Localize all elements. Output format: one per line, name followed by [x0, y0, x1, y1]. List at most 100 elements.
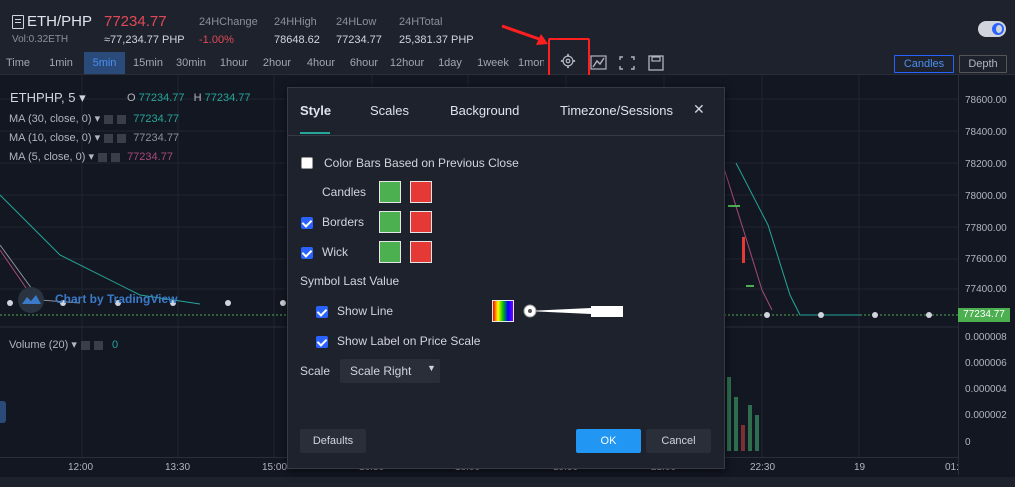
- save-icon[interactable]: [647, 55, 665, 71]
- wick-label: Wick: [322, 245, 348, 259]
- legend-ma5[interactable]: MA (5, close, 0) ▾ 77234.77: [9, 150, 173, 163]
- borders-label: Borders: [322, 215, 365, 229]
- interval-1week[interactable]: 1week: [472, 52, 514, 74]
- color-bars-label: Color Bars Based on Previous Close: [324, 156, 519, 170]
- candles-up-color-swatch[interactable]: [379, 181, 401, 203]
- interval-12hour[interactable]: 12hour: [386, 52, 428, 74]
- show-line-label: Show Line: [337, 304, 394, 318]
- symbol-last-value-heading: Symbol Last Value: [300, 274, 400, 288]
- stat-value-high: 78648.62: [274, 34, 320, 46]
- tab-style[interactable]: Style: [300, 103, 331, 118]
- close-icon[interactable]: ✕: [693, 101, 705, 118]
- show-label-checkbox[interactable]: [316, 336, 328, 348]
- time-tick: 22:30: [750, 462, 776, 473]
- price-tick: 77400.00: [965, 284, 1007, 295]
- stat-label-low: 24HLow: [336, 16, 377, 28]
- scale-label: Scale: [300, 364, 331, 378]
- candle-dash: [728, 205, 740, 207]
- line-width-slider[interactable]: [521, 303, 625, 319]
- scale-select[interactable]: Scale Right ▼: [340, 359, 440, 383]
- chevron-down-icon: ▼: [427, 363, 436, 373]
- legend-volume[interactable]: Volume (20) ▾ 0: [9, 338, 118, 351]
- price-tick: 78600.00: [965, 95, 1007, 106]
- approx-price: ≈77,234.77 PHP: [104, 34, 185, 46]
- stat-value-low: 77234.77: [336, 34, 382, 46]
- side-panel-toggle[interactable]: [0, 401, 6, 423]
- tab-divider: [288, 135, 724, 136]
- time-tick: 13:30: [165, 462, 191, 473]
- color-bars-checkbox[interactable]: [301, 157, 313, 169]
- legend-ohlc: O 77234.77 H 77234.77: [127, 92, 251, 104]
- active-tab-indicator: [300, 132, 330, 134]
- legend-high-value: 77234.77: [204, 92, 251, 104]
- symbol-name[interactable]: ETH/PHP: [27, 13, 92, 30]
- candles-down-color-swatch[interactable]: [410, 181, 432, 203]
- interval-1hour[interactable]: 1hour: [214, 52, 254, 74]
- scale-select-value: Scale Right: [350, 364, 412, 378]
- wick-checkbox[interactable]: [301, 247, 313, 259]
- price-tick: 77800.00: [965, 223, 1007, 234]
- moon-icon: [992, 23, 1004, 35]
- last-price: 77234.77: [104, 13, 167, 30]
- wick-up-color-swatch[interactable]: [379, 241, 401, 263]
- price-tick: 78200.00: [965, 159, 1007, 170]
- volume-tick: 0: [965, 437, 971, 448]
- tradingview-watermark[interactable]: Chart by TradingView: [55, 292, 177, 306]
- view-depth-button[interactable]: Depth: [959, 55, 1007, 73]
- candle-dash-2: [746, 285, 754, 287]
- volume-tick: 0.000006: [965, 358, 1007, 369]
- document-icon: [12, 15, 24, 29]
- wick-down-color-swatch[interactable]: [410, 241, 432, 263]
- tab-background[interactable]: Background: [450, 103, 519, 118]
- indicators-icon[interactable]: [590, 55, 608, 71]
- price-tick: 77600.00: [965, 254, 1007, 265]
- interval-15min[interactable]: 15min: [128, 52, 168, 74]
- price-axis[interactable]: 78600.00 78400.00 78200.00 78000.00 7780…: [958, 75, 1015, 475]
- volume-text: Vol:0.32ETH: [12, 34, 69, 45]
- legend-title[interactable]: ETHPHP, 5 ▾: [10, 90, 86, 106]
- volume-tick: 0.000008: [965, 332, 1007, 343]
- legend-ma30[interactable]: MA (30, close, 0) ▾ 77234.77: [9, 112, 179, 125]
- candle-red: [742, 237, 745, 263]
- tab-timezone-sessions[interactable]: Timezone/Sessions: [560, 103, 673, 118]
- interval-time[interactable]: Time: [0, 52, 36, 74]
- borders-checkbox[interactable]: [301, 217, 313, 229]
- ok-button[interactable]: OK: [576, 429, 641, 453]
- borders-down-color-swatch[interactable]: [410, 211, 432, 233]
- tradingview-logo-icon: [18, 287, 44, 313]
- legend-symbol[interactable]: ETHPHP, 5: [10, 90, 76, 105]
- fullscreen-icon[interactable]: [618, 55, 636, 71]
- stat-label-high: 24HHigh: [274, 16, 317, 28]
- time-tick: 01:: [945, 462, 959, 473]
- interval-5min[interactable]: 5min: [84, 52, 125, 74]
- cancel-button[interactable]: Cancel: [646, 429, 711, 453]
- current-price-tag: 77234.77: [958, 308, 1010, 322]
- ma5-line-right: [722, 164, 773, 311]
- volume-bars: [727, 377, 759, 451]
- interval-1min[interactable]: 1min: [42, 52, 80, 74]
- time-tick: 15:00: [262, 462, 288, 473]
- interval-6hour[interactable]: 6hour: [344, 52, 384, 74]
- legend-ma10[interactable]: MA (10, close, 0) ▾ 77234.77: [9, 131, 179, 144]
- interval-1mon[interactable]: 1mon: [518, 52, 544, 74]
- time-tick: 19: [854, 462, 866, 473]
- interval-2hour[interactable]: 2hour: [257, 52, 297, 74]
- stat-value-total: 25,381.37 PHP: [399, 34, 474, 46]
- stat-value-change: -1.00%: [199, 34, 234, 46]
- footer-bar: [0, 477, 1015, 487]
- tab-scales[interactable]: Scales: [370, 103, 409, 118]
- show-line-checkbox[interactable]: [316, 306, 328, 318]
- interval-1day[interactable]: 1day: [432, 52, 468, 74]
- volume-tick: 0.000004: [965, 384, 1007, 395]
- stat-label-change: 24HChange: [199, 16, 258, 28]
- defaults-button[interactable]: Defaults: [300, 429, 366, 453]
- line-color-swatch[interactable]: [492, 300, 514, 322]
- time-tick: 12:00: [68, 462, 94, 473]
- view-candles-button[interactable]: Candles: [894, 55, 954, 73]
- stat-label-total: 24HTotal: [399, 16, 443, 28]
- interval-30min[interactable]: 30min: [170, 52, 212, 74]
- ma30-line-right: [735, 162, 860, 316]
- interval-4hour[interactable]: 4hour: [300, 52, 342, 74]
- volume-tick: 0.000002: [965, 410, 1007, 421]
- borders-up-color-swatch[interactable]: [379, 211, 401, 233]
